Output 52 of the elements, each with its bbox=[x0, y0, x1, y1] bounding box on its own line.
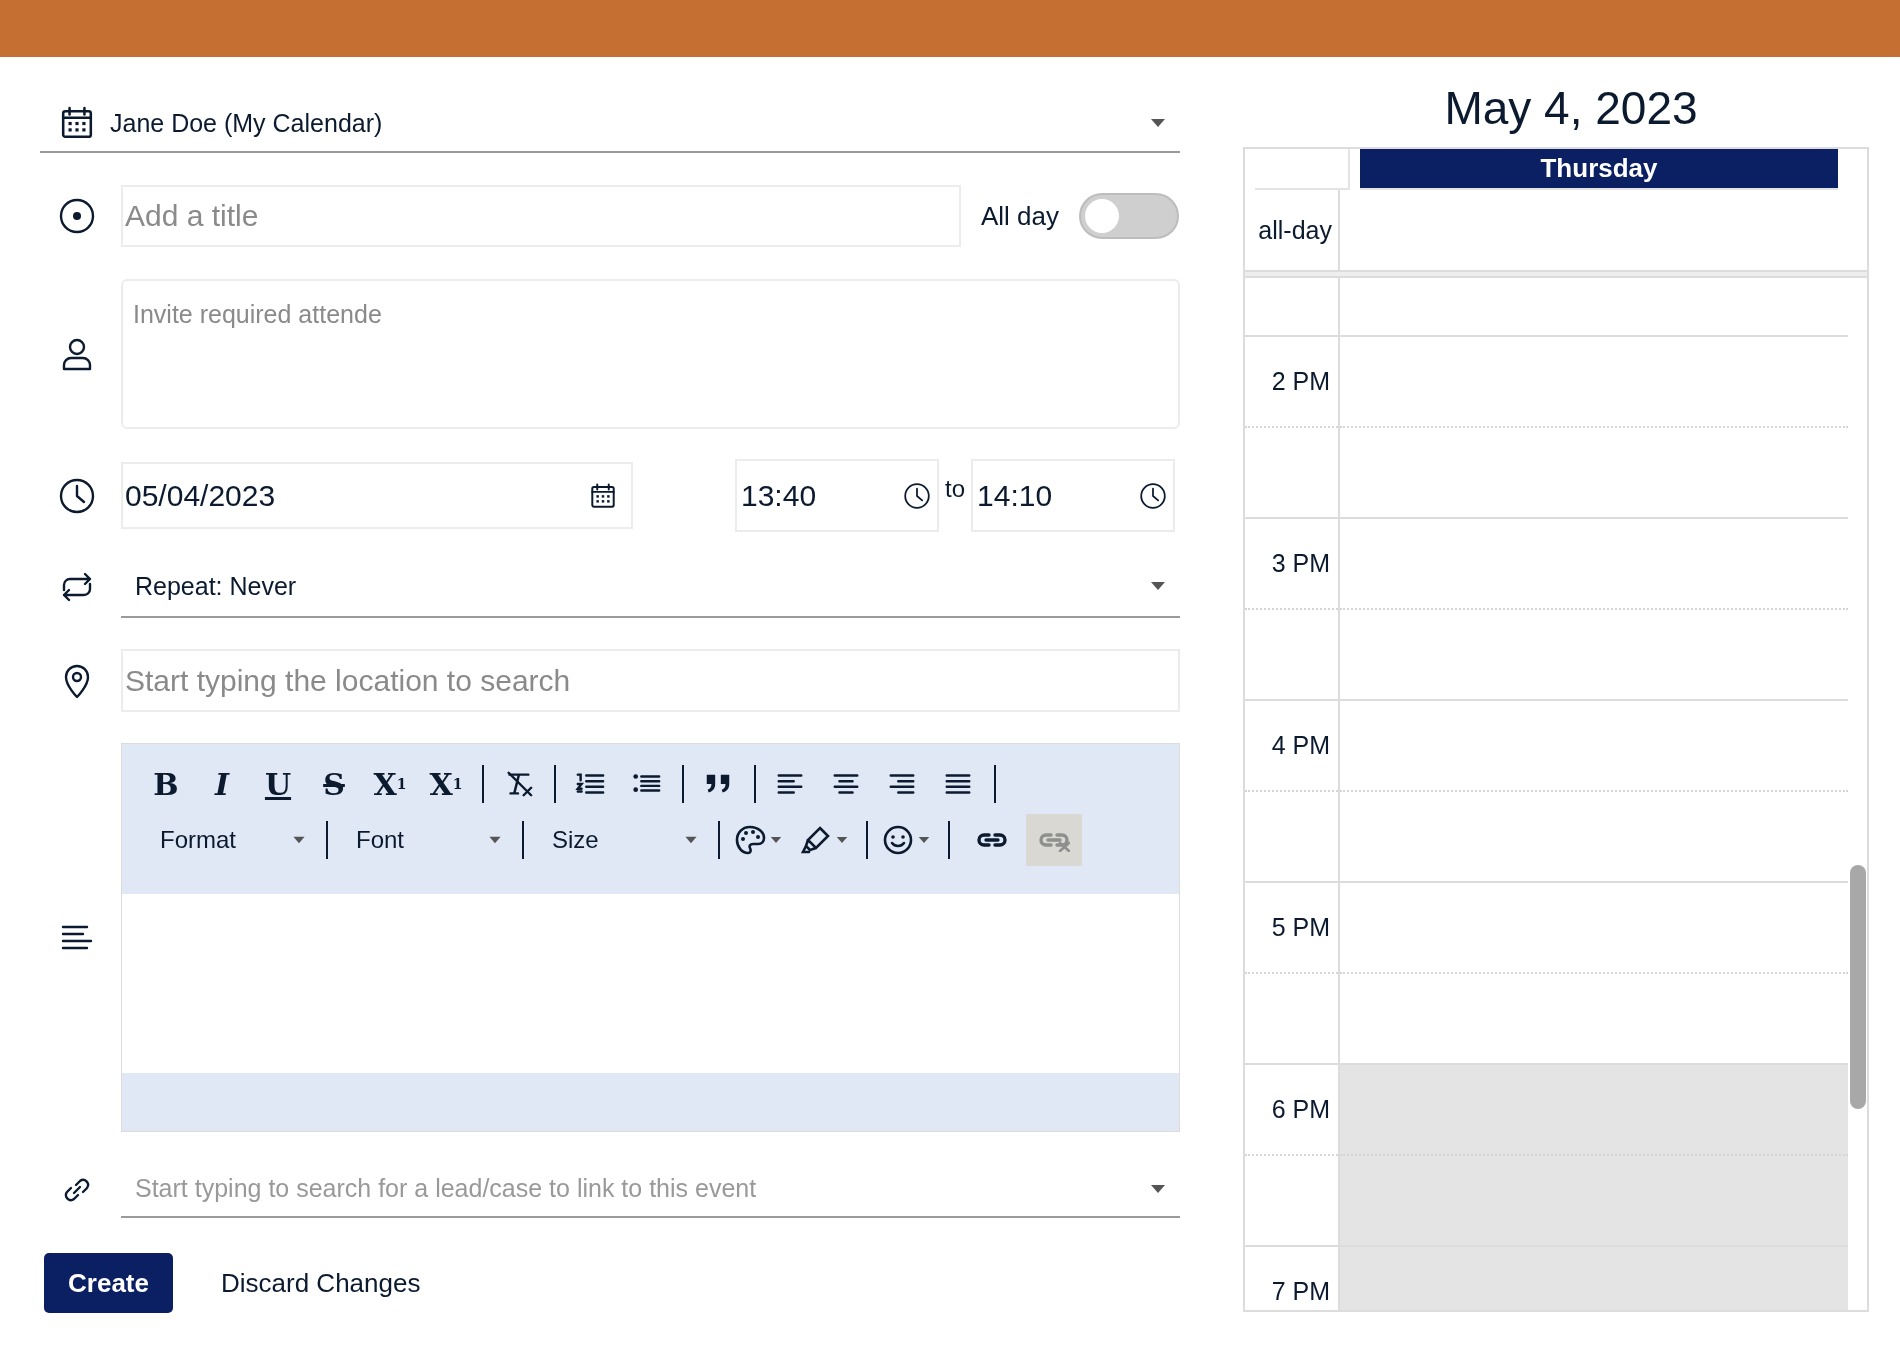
clock-icon bbox=[58, 476, 96, 515]
discard-button[interactable]: Discard Changes bbox=[213, 1261, 429, 1305]
caret-icon bbox=[836, 836, 848, 844]
caret-icon bbox=[918, 836, 930, 844]
time-label: 5 PM bbox=[1245, 883, 1338, 974]
smiley-icon bbox=[882, 824, 914, 856]
clock-icon bbox=[903, 481, 931, 510]
calendar-select[interactable]: Jane Doe (My Calendar) bbox=[40, 95, 1180, 153]
to-label: to bbox=[945, 475, 965, 503]
caret-icon bbox=[770, 836, 782, 844]
time-label: 2 PM bbox=[1245, 337, 1338, 428]
text-color-button[interactable] bbox=[734, 824, 782, 856]
caret-icon bbox=[292, 836, 306, 844]
create-button[interactable]: Create bbox=[44, 1253, 173, 1313]
target-icon bbox=[58, 197, 96, 235]
emoji-button[interactable] bbox=[882, 824, 930, 856]
toolbar-dropdown[interactable]: Font bbox=[342, 818, 512, 862]
related-record-field[interactable]: Start typing to search for a lead/case to link to this event bbox=[135, 1161, 1150, 1216]
palette-icon bbox=[734, 824, 766, 856]
time-field[interactable]: 14:10 bbox=[971, 459, 1175, 532]
time-label: 3 PM bbox=[1245, 519, 1338, 610]
scrollbar[interactable] bbox=[1849, 865, 1866, 1109]
italic-button[interactable]: I bbox=[202, 762, 242, 806]
date-heading: May 4, 2023 bbox=[1443, 81, 1699, 136]
calendar-icon bbox=[589, 481, 617, 510]
strike-button[interactable]: S bbox=[314, 762, 354, 806]
toolbar-dropdown[interactable]: Size bbox=[538, 818, 708, 862]
time-input[interactable]: 14:10 bbox=[977, 461, 1139, 530]
clock-icon bbox=[1139, 481, 1167, 510]
caret-icon bbox=[1150, 118, 1166, 128]
highlighter-icon bbox=[800, 824, 832, 856]
bold-button[interactable]: B bbox=[146, 762, 186, 806]
caret-icon bbox=[1150, 581, 1166, 591]
superscript-button[interactable]: X$^{1}$ bbox=[426, 762, 466, 806]
attendees-field[interactable]: Invite required attende bbox=[121, 279, 1180, 429]
toolbar-dropdown[interactable]: Format bbox=[146, 818, 316, 862]
repeat-select[interactable]: Repeat: Never bbox=[121, 556, 1180, 618]
highlight-button[interactable] bbox=[800, 824, 848, 856]
all-day-toggle[interactable] bbox=[1079, 193, 1180, 239]
day-header: Thursday bbox=[1360, 149, 1838, 190]
underline-button[interactable]: U bbox=[258, 762, 298, 806]
caret-icon bbox=[1150, 1183, 1166, 1194]
all-day-label: All day bbox=[981, 200, 1060, 232]
time-label: 4 PM bbox=[1245, 701, 1338, 792]
time-field[interactable]: 13:40 bbox=[735, 459, 939, 532]
caret-icon bbox=[488, 836, 502, 844]
time-label: 7 PM bbox=[1245, 1247, 1338, 1310]
location-field[interactable]: Start typing the location to search bbox=[121, 649, 1180, 712]
caret-icon bbox=[684, 836, 698, 844]
time-label: 6 PM bbox=[1245, 1065, 1338, 1156]
title-field[interactable]: Add a title bbox=[121, 185, 961, 247]
time-input[interactable]: 13:40 bbox=[741, 461, 903, 530]
